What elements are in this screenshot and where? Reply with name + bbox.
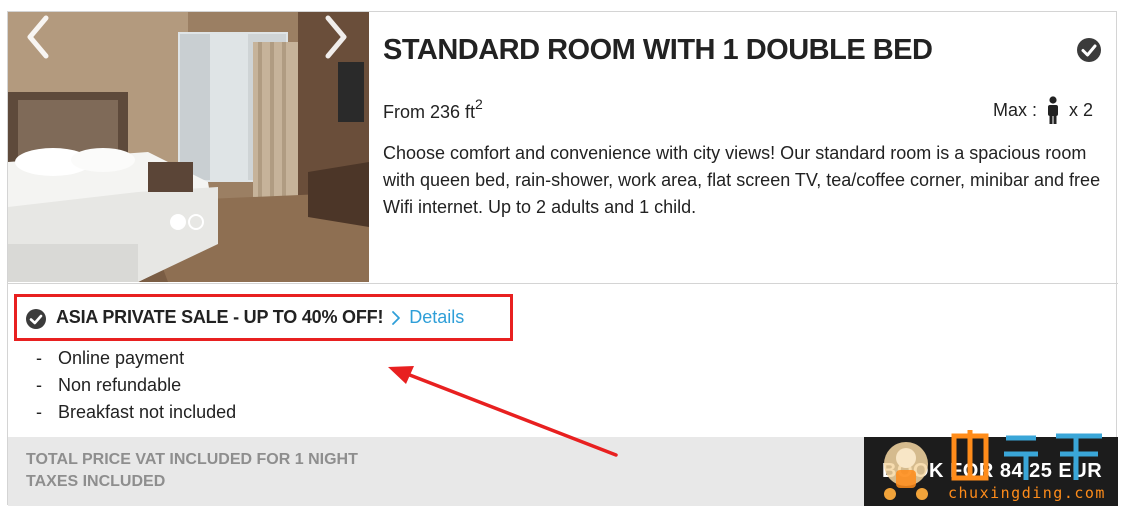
feature-text: Non refundable xyxy=(58,375,182,395)
offer-check-circle-icon[interactable] xyxy=(25,308,47,330)
prev-photo-chevron-left-icon[interactable] xyxy=(24,12,54,62)
room-description: Choose comfort and convenience with city… xyxy=(383,143,1101,217)
list-bullet: - xyxy=(36,402,42,422)
feature-text: Breakfast not included xyxy=(58,402,237,422)
chevron-right-icon xyxy=(392,310,401,325)
photo-dot-1[interactable] xyxy=(170,214,186,230)
offer-title: ASIA PRIVATE SALE - UP TO 40% OFF! xyxy=(56,307,384,327)
person-icon xyxy=(1047,96,1058,124)
list-bullet: - xyxy=(36,375,42,395)
room-size: From 236 ft2 xyxy=(383,96,483,123)
taxes-label: TAXES INCLUDED xyxy=(26,473,166,490)
list-item: - Breakfast not included xyxy=(36,399,236,426)
room-photo xyxy=(8,12,369,282)
annotation-arrow xyxy=(388,366,618,457)
room-title: STANDARD ROOM WITH 1 DOUBLE BED xyxy=(383,34,933,66)
room-size-text: From 236 ft xyxy=(383,102,476,122)
offer-highlight-box: ASIA PRIVATE SALE - UP TO 40% OFF! Detai… xyxy=(14,294,513,341)
offer-features: - Online payment - Non refundable - Breakfa… xyxy=(36,345,236,426)
next-photo-chevron-right-icon[interactable] xyxy=(320,12,350,62)
selected-check-circle-icon[interactable] xyxy=(1076,37,1102,63)
total-price-label: TOTAL PRICE VAT INCLUDED FOR 1 NIGHT xyxy=(26,451,358,468)
list-bullet: - xyxy=(36,348,42,368)
section-divider xyxy=(8,283,1118,284)
photo-dot-2[interactable] xyxy=(188,214,204,230)
feature-text: Online payment xyxy=(58,348,185,368)
details-label[interactable]: Details xyxy=(409,307,464,328)
max-count: x 2 xyxy=(1068,99,1093,120)
list-item: - Non refundable xyxy=(36,372,236,399)
details-link[interactable]: Details xyxy=(391,307,464,328)
max-occupancy: Max : x 2 xyxy=(993,96,1093,124)
room-size-unit-sup: 2 xyxy=(475,96,483,112)
watermark-text: chuxingding.com xyxy=(948,484,1106,502)
photo-pagination xyxy=(170,214,204,230)
list-item: - Online payment xyxy=(36,345,236,372)
room-photo-carousel[interactable] xyxy=(8,12,369,282)
max-label: Max : xyxy=(992,99,1037,120)
